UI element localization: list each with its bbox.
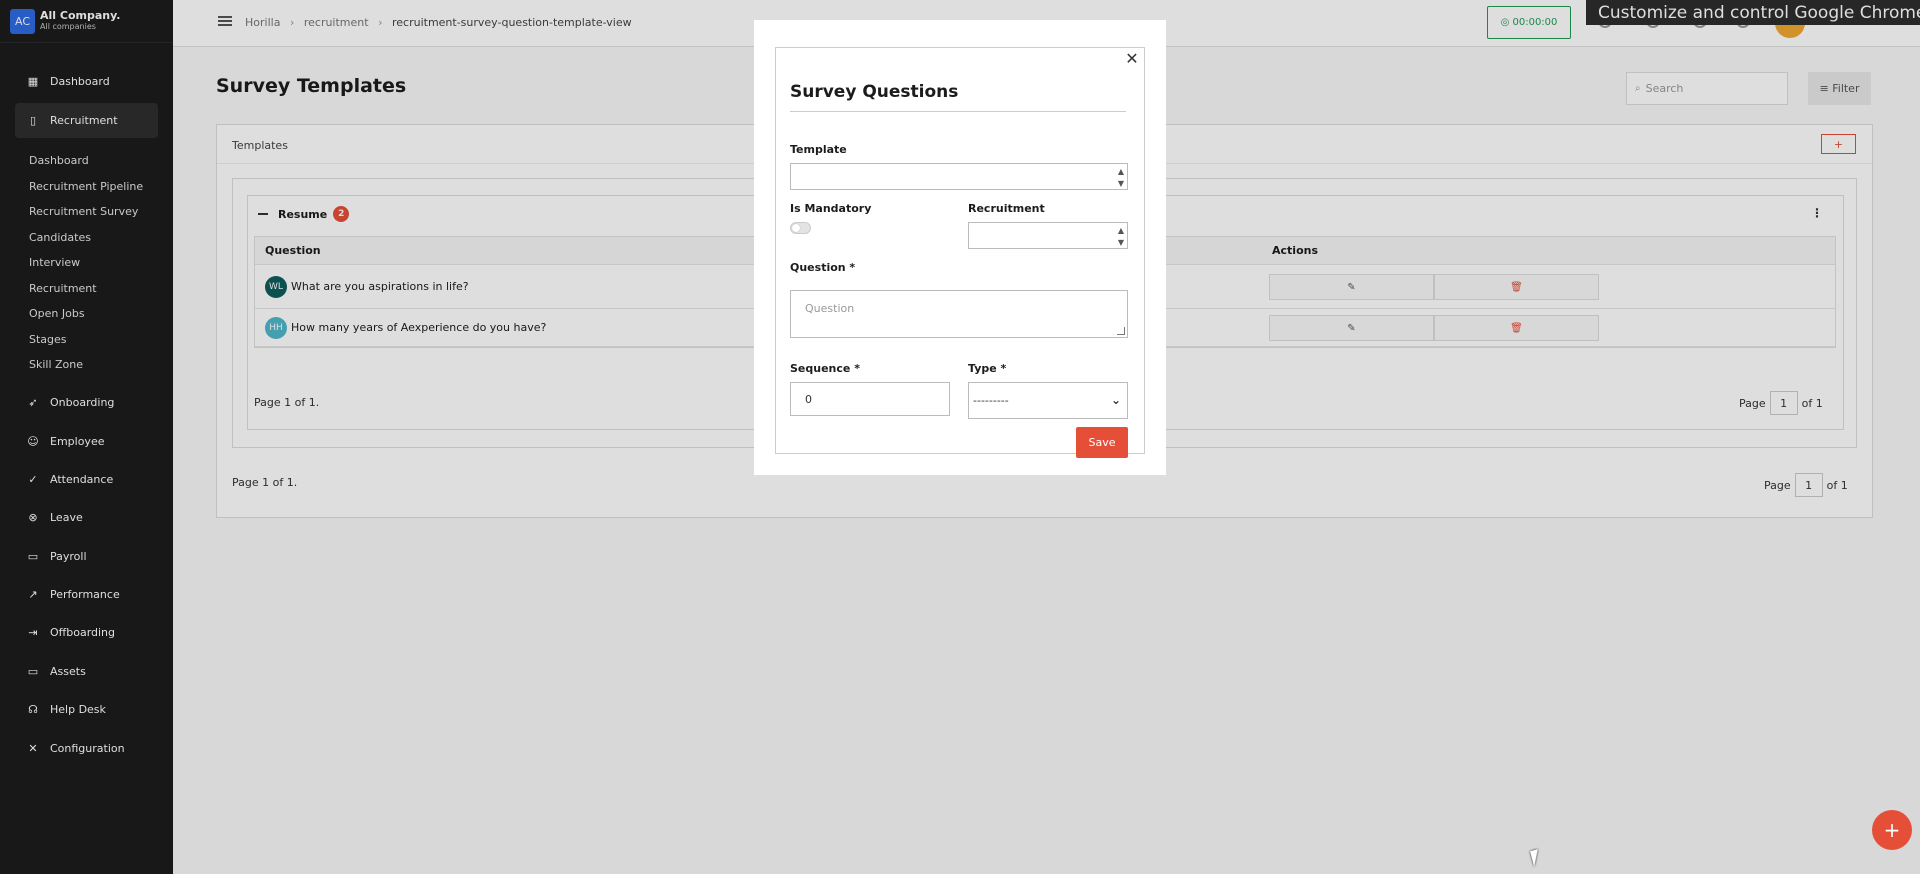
save-button[interactable]: Save xyxy=(1076,427,1128,458)
scroll-arrows-icon[interactable]: ▲ ▼ xyxy=(1118,166,1124,190)
scroll-arrows-icon[interactable]: ▲ ▼ xyxy=(1118,225,1124,249)
type-select[interactable]: --------- ⌄ xyxy=(968,382,1128,419)
sequence-label: Sequence * xyxy=(790,362,860,375)
recruitment-select[interactable]: ▲ ▼ xyxy=(968,222,1128,249)
type-value: --------- xyxy=(973,394,1009,407)
question-textarea[interactable]: Question xyxy=(790,290,1128,338)
modal-title: Survey Questions xyxy=(790,82,959,102)
is-mandatory-label: Is Mandatory xyxy=(790,202,872,215)
template-select[interactable]: ▲ ▼ xyxy=(790,163,1128,190)
close-icon[interactable]: ✕ xyxy=(1122,48,1142,68)
divider xyxy=(790,111,1126,112)
chevron-down-icon: ⌄ xyxy=(1110,393,1121,407)
template-label: Template xyxy=(790,143,847,156)
question-label: Question * xyxy=(790,261,856,274)
is-mandatory-toggle[interactable] xyxy=(790,222,811,234)
question-placeholder: Question xyxy=(805,302,855,315)
type-label: Type * xyxy=(968,362,1007,375)
quick-action-button[interactable]: + xyxy=(1872,810,1912,850)
resize-handle-icon[interactable] xyxy=(1117,327,1125,335)
sequence-input[interactable]: 0 xyxy=(790,382,950,416)
survey-question-modal: ✕ Survey Questions Template ▲ ▼ Is Mandat… xyxy=(754,20,1166,475)
recruitment-label: Recruitment xyxy=(968,202,1045,215)
